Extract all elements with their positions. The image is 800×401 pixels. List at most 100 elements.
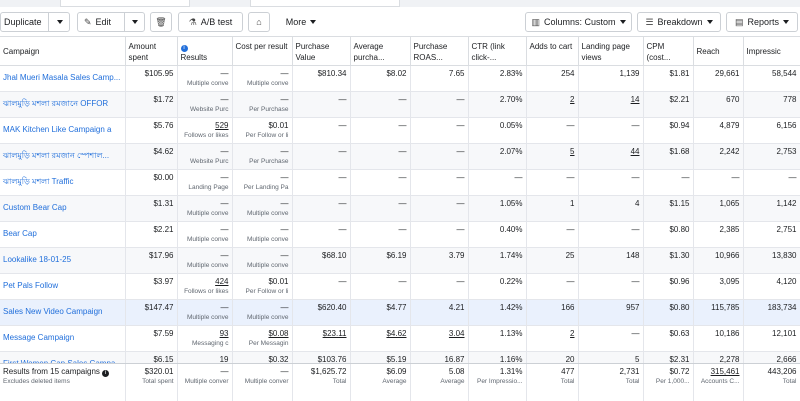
average-purchase-cell: — xyxy=(350,91,411,118)
table-row[interactable]: Lookalike 18-01-25 $17.96— Multiple conve —… xyxy=(0,247,800,274)
campaign-name-link[interactable]: Custom Bear Cap xyxy=(0,195,126,222)
column-header-amount-spent[interactable]: Amount spent xyxy=(125,37,178,66)
table-row[interactable]: ঝালমুড়ি মশলা Traffic $0.00— Landing Page —… xyxy=(0,169,800,196)
duplicate-button[interactable]: Duplicate xyxy=(0,12,70,32)
chevron-down-icon[interactable] xyxy=(57,20,63,24)
table-row[interactable]: ঝালমুড়ি মশলা রমজানে OFFOR $1.72— Website … xyxy=(0,91,800,118)
average-purchase-cell: — xyxy=(350,273,411,300)
ctr-cell: 2.70% xyxy=(468,91,527,118)
cpm-cell: $1.81 xyxy=(643,65,694,92)
table-row[interactable]: ঝালমুড়ি মশলা রমজান স্পেশাল... $4.62— Webs… xyxy=(0,143,800,170)
campaign-name-link[interactable]: ঝালমুড়ি মশলা রমজান স্পেশাল... xyxy=(0,143,126,170)
purchase-roas-cell: — xyxy=(410,91,469,118)
top-tab-strip xyxy=(0,0,800,7)
columns-button[interactable]: ▥ Columns: Custom xyxy=(525,12,632,32)
purchase-value-cell: — xyxy=(292,117,351,144)
amount-spent-cell: $4.62 xyxy=(125,143,178,170)
more-button[interactable]: More xyxy=(276,12,326,32)
column-header-purchase-value[interactable]: Purchase Value xyxy=(292,37,351,66)
cost-per-result-cell: — Per Purchase xyxy=(232,91,293,118)
column-header-results[interactable]: i Results xyxy=(177,37,233,66)
campaign-name-link[interactable]: Sales New Video Campaign xyxy=(0,299,126,326)
cost-per-result-cell: — Per Landing Pa xyxy=(232,169,293,196)
duplicate-label: Duplicate xyxy=(4,17,42,27)
reports-button[interactable]: ▤ Reports xyxy=(726,12,798,32)
results-cell: — Website Purc xyxy=(177,91,233,118)
edit-button[interactable]: ✎ Edit xyxy=(77,12,145,32)
results-cell: — Multiple conve xyxy=(177,65,233,92)
landing-page-views-cell: 957 xyxy=(578,299,644,326)
average-purchase-cell: $6.19 xyxy=(350,247,411,274)
purchase-roas-cell: — xyxy=(410,273,469,300)
column-header-reach[interactable]: Reach xyxy=(693,37,744,66)
purchase-roas-cell: — xyxy=(410,221,469,248)
tab-fragment[interactable] xyxy=(250,0,400,7)
impressions-cell: 6,156 xyxy=(743,117,800,144)
cpm-cell: — xyxy=(643,169,694,196)
column-header-adds-to-cart[interactable]: Adds to cart xyxy=(526,37,579,66)
breakdown-label: Breakdown xyxy=(657,17,703,27)
cost-per-result-cell: — Multiple conve xyxy=(232,247,293,274)
purchase-value-cell: — xyxy=(292,273,351,300)
cpm-cell: $1.15 xyxy=(643,195,694,222)
amount-spent-cell: $2.21 xyxy=(125,221,178,248)
reach-cell: 3,095 xyxy=(693,273,744,300)
column-header-ctr[interactable]: CTR (link click-... xyxy=(468,37,527,66)
ctr-cell: 1.13% xyxy=(468,325,527,352)
campaign-name-link[interactable]: ঝালমুড়ি মশলা রমজানে OFFOR xyxy=(0,91,126,118)
column-header-landing-page-views[interactable]: Landing page views xyxy=(578,37,644,66)
table-row[interactable]: Bear Cap $2.21— Multiple conve — Multiple co… xyxy=(0,221,800,248)
ctr-cell: — xyxy=(468,169,527,196)
landing-page-views-cell: — xyxy=(578,169,644,196)
column-header-average-purchase[interactable]: Average purcha... xyxy=(350,37,411,66)
table-row[interactable]: Pet Pals Follow $3.97 424 Follows or likes $… xyxy=(0,273,800,300)
ctr-cell: 1.05% xyxy=(468,195,527,222)
column-header-cost-per-result[interactable]: Cost per result xyxy=(232,37,293,66)
table-row[interactable]: Jhal Mueri Masala Sales Camp... $105.95— M… xyxy=(0,65,800,92)
average-purchase-cell: — xyxy=(350,117,411,144)
table-row[interactable]: MAK Kitchen Like Campaign a $5.76 529 Follo… xyxy=(0,117,800,144)
info-icon[interactable]: i xyxy=(101,370,109,377)
average-purchase-cell: $8.02 xyxy=(350,65,411,92)
campaign-name-link[interactable]: Jhal Mueri Masala Sales Camp... xyxy=(0,65,126,92)
cpm-cell: $0.63 xyxy=(643,325,694,352)
toolbar: Duplicate ✎ Edit 🗑 ⚗ A/B test ⌂ More ▥ C… xyxy=(0,7,800,37)
flask-icon: ⚗ xyxy=(188,16,197,27)
campaign-name-link[interactable]: ঝালমুড়ি মশলা Traffic xyxy=(0,169,126,196)
purchase-value-cell: $23.11 xyxy=(292,325,351,352)
column-header-cpm[interactable]: CPM (cost... xyxy=(643,37,694,66)
table-row[interactable]: Message Campaign $7.59 93 Messaging c $0.08 P… xyxy=(0,325,800,352)
column-header-impressions[interactable]: Impressic xyxy=(743,37,800,66)
cpm-cell: $0.96 xyxy=(643,273,694,300)
campaign-name-link[interactable]: Bear Cap xyxy=(0,221,126,248)
ab-test-button[interactable]: ⚗ A/B test xyxy=(178,12,243,32)
average-purchase-cell: — xyxy=(350,195,411,222)
reach-cell: 115,785 xyxy=(693,299,744,326)
chevron-down-icon xyxy=(783,20,790,24)
tag-button[interactable]: ⌂ xyxy=(248,12,270,32)
tab-fragment[interactable] xyxy=(60,0,190,7)
landing-page-views-cell: 1,139 xyxy=(578,65,644,92)
impressions-cell: 12,101 xyxy=(743,325,800,352)
campaign-name-link[interactable]: MAK Kitchen Like Campaign a xyxy=(0,117,126,144)
purchase-value-cell: — xyxy=(292,221,351,248)
results-cell: — Website Purc xyxy=(177,143,233,170)
column-header-campaign[interactable]: Campaign xyxy=(0,37,126,66)
summary-row: Results from 15 campaigns i Excludes dele… xyxy=(0,363,800,401)
delete-button[interactable]: 🗑 xyxy=(150,12,172,32)
purchase-roas-cell: — xyxy=(410,195,469,222)
campaign-name-link[interactable]: Message Campaign xyxy=(0,325,126,352)
table-row[interactable]: Custom Bear Cap $1.31— Multiple conve — Mult… xyxy=(0,195,800,222)
chevron-down-icon[interactable] xyxy=(132,20,138,24)
purchase-roas-cell: — xyxy=(410,169,469,196)
amount-spent-cell: $147.47 xyxy=(125,299,178,326)
results-cell: — Landing Page xyxy=(177,169,233,196)
campaign-name-link[interactable]: Lookalike 18-01-25 xyxy=(0,247,126,274)
column-header-purchase-roas[interactable]: Purchase ROAS... xyxy=(410,37,469,66)
landing-page-views-cell: — xyxy=(578,221,644,248)
breakdown-button[interactable]: ☰ Breakdown xyxy=(637,12,721,32)
campaign-name-link[interactable]: Pet Pals Follow xyxy=(0,273,126,300)
cost-per-result-cell: $0.01 Per Follow or li xyxy=(232,117,293,144)
table-row[interactable]: Sales New Video Campaign $147.47— Multiple… xyxy=(0,299,800,326)
results-cell: — Multiple conve xyxy=(177,247,233,274)
